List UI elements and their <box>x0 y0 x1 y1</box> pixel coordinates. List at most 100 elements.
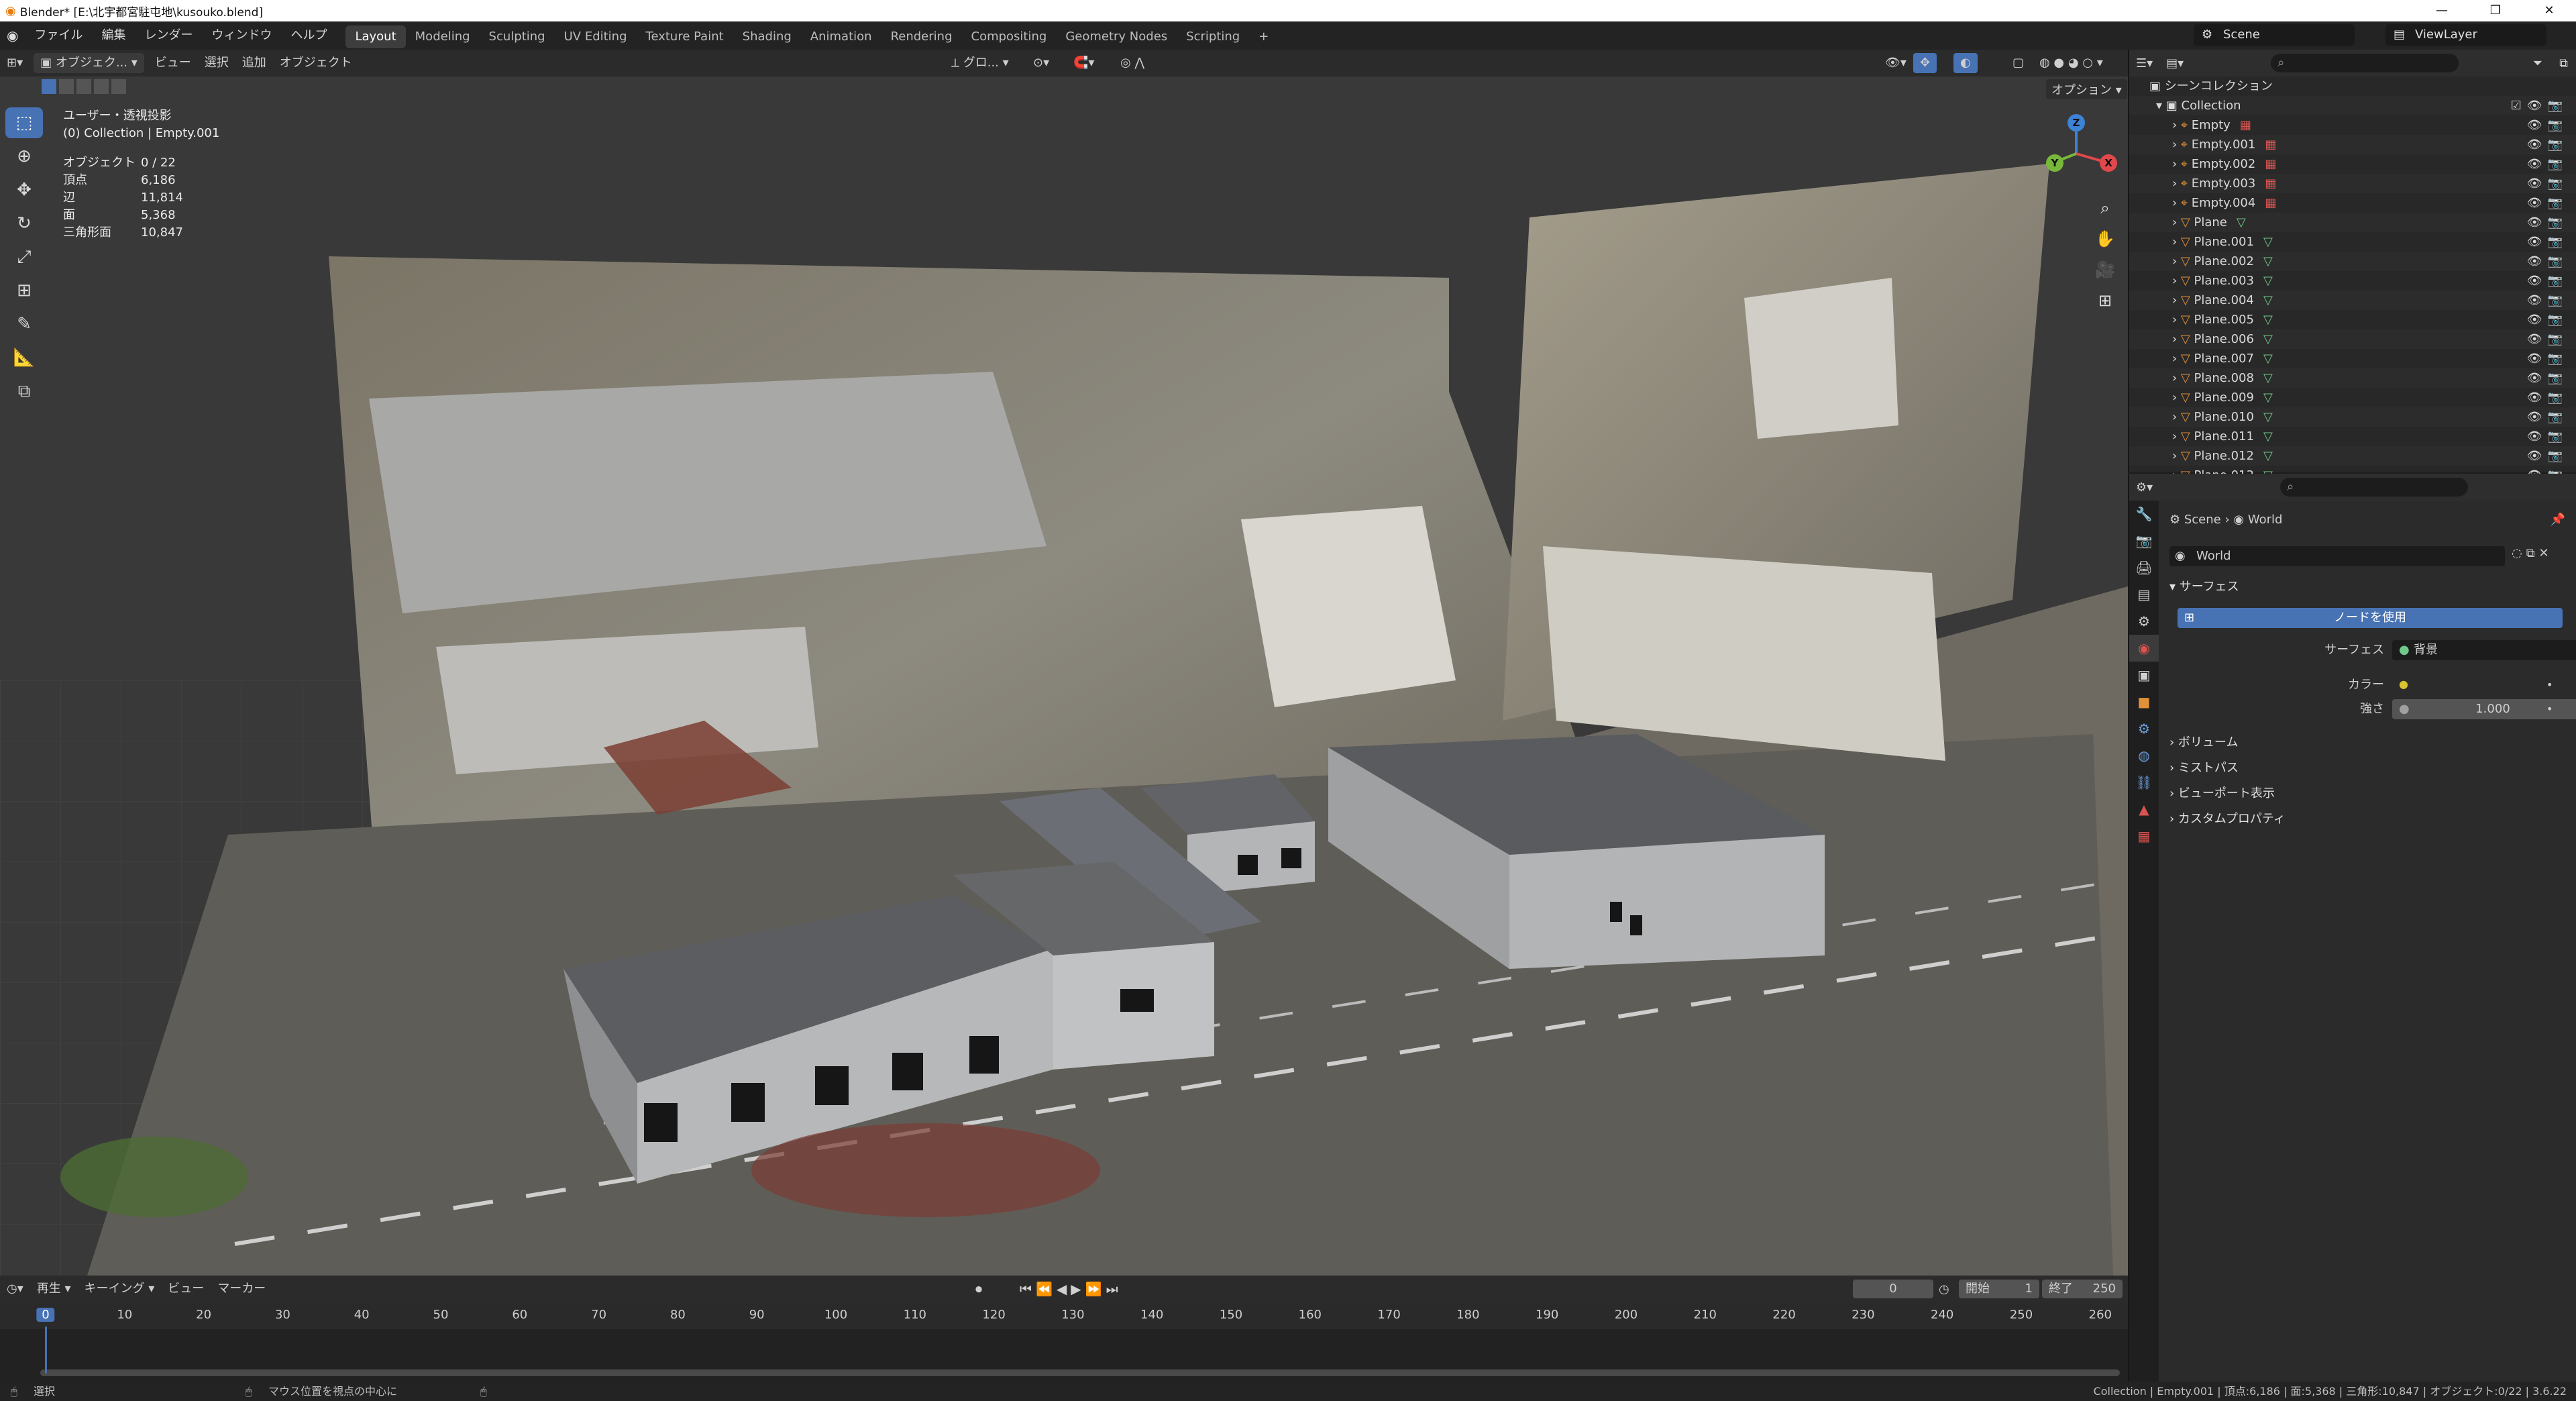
visibility-toggles[interactable]: 👁📷 <box>2527 252 2568 271</box>
mode-dropdown[interactable]: ▣ オブジェク... ▾ <box>34 53 144 73</box>
surface-section-header[interactable]: ▾ サーフェス <box>2169 576 2572 599</box>
menu-file[interactable]: ファイル <box>25 21 92 50</box>
expand-icon[interactable]: › <box>2172 176 2181 191</box>
outliner-item[interactable]: › ▽ Plane.010 ▽ 👁📷 <box>2129 407 2576 427</box>
visibility-toggles[interactable]: 👁📷 <box>2527 329 2568 349</box>
timeline-area[interactable]: 0 10 20 30 40 50 60 70 80 90 100 110 120 130 140 150 160… <box>0 1302 2128 1382</box>
visibility-toggles[interactable]: 👁📷 <box>2527 154 2568 174</box>
outliner-item[interactable]: › ▽ Plane.002 ▽ 👁📷 <box>2129 252 2576 271</box>
menu-edit[interactable]: 編集 <box>92 21 135 50</box>
menu-add[interactable]: 追加 <box>235 53 273 73</box>
visibility-toggles[interactable]: 👁📷 <box>2527 174 2568 193</box>
shading-modes-icon[interactable]: ◍ ● ◕ ○ ▾ <box>2033 53 2110 73</box>
outliner-item[interactable]: › ▽ Plane ▽ 👁📷 <box>2129 213 2576 232</box>
mesh-data-icon[interactable]: ▽ <box>2263 391 2273 405</box>
menu-marker[interactable]: マーカー <box>211 1279 272 1299</box>
outliner-item[interactable]: › ▽ Plane.004 ▽ 👁📷 <box>2129 291 2576 310</box>
visibility-toggles[interactable]: 👁📷 <box>2527 232 2568 252</box>
current-frame-field[interactable]: 0 <box>1853 1280 1933 1298</box>
expand-icon[interactable]: › <box>2172 410 2181 424</box>
options-dropdown[interactable]: オプション ▾ <box>2046 79 2127 99</box>
outliner-item[interactable]: › ▽ Plane.005 ▽ 👁📷 <box>2129 310 2576 329</box>
constraint-tab-icon[interactable]: ⛓ <box>2129 769 2159 796</box>
move-icon[interactable]: ✥ <box>5 174 43 205</box>
proportional-edit-icon[interactable]: ◎ ⋀ <box>1114 53 1151 73</box>
measure-icon[interactable]: 📐 <box>5 342 43 373</box>
outliner-editor-icon[interactable]: ☰▾ <box>2129 56 2159 70</box>
outliner-item[interactable]: › ⌖ Empty.002 ▦ 👁📷 <box>2129 154 2576 174</box>
visibility-toggles[interactable]: 👁📷 <box>2527 271 2568 291</box>
menu-object[interactable]: オブジェクト <box>273 53 359 73</box>
blender-menu-icon[interactable]: ◉ <box>0 28 25 44</box>
snap-icon[interactable]: 🧲▾ <box>1067 53 1101 73</box>
outliner-scene-collection[interactable]: ▣ シーンコレクション <box>2129 76 2576 96</box>
outliner-item[interactable]: › ▽ Plane.007 ▽ 👁📷 <box>2129 349 2576 368</box>
mesh-data-icon[interactable]: ▽ <box>2263 429 2273 444</box>
tab-modeling[interactable]: Modeling <box>406 25 480 48</box>
tab-layout[interactable]: Layout <box>345 25 406 48</box>
world-tab-icon[interactable]: ◉ <box>2129 635 2159 662</box>
expand-icon[interactable]: ▾ <box>2156 99 2166 113</box>
expand-icon[interactable]: › <box>2172 391 2181 405</box>
world-actions[interactable]: ◌⧉✕ <box>2512 546 2553 560</box>
pan-hand-icon[interactable]: ✋ <box>2092 225 2118 252</box>
menu-help[interactable]: ヘルプ <box>281 21 336 50</box>
tab-sculpting[interactable]: Sculpting <box>480 25 555 48</box>
keyframe-dot-icon[interactable]: • <box>2546 699 2553 719</box>
expand-icon[interactable]: › <box>2172 371 2181 385</box>
visibility-toggles[interactable]: 👁📷 <box>2527 446 2568 466</box>
outliner-item[interactable]: › ▽ Plane.011 ▽ 👁📷 <box>2129 427 2576 446</box>
outliner-item[interactable]: › ⌖ Empty.001 ▦ 👁📷 <box>2129 135 2576 154</box>
cursor-icon[interactable]: ⊕ <box>5 141 43 172</box>
overlay-toggle-icon[interactable]: ◐ <box>1953 53 1978 73</box>
expand-icon[interactable]: › <box>2172 254 2181 268</box>
visibility-toggles[interactable]: 👁📷 <box>2527 407 2568 427</box>
expand-icon[interactable]: › <box>2172 157 2181 171</box>
annotate-icon[interactable]: ✎ <box>5 309 43 340</box>
navigation-gizmo[interactable]: Z X Y <box>2033 110 2120 197</box>
expand-icon[interactable]: › <box>2172 332 2181 346</box>
visibility-toggles[interactable]: ☑👁📷 <box>2511 96 2568 115</box>
surface-field[interactable]: ● 背景 <box>2392 640 2576 660</box>
expand-icon[interactable]: › <box>2172 196 2181 210</box>
menu-timeline-view[interactable]: ビュー <box>161 1279 211 1299</box>
outliner-item[interactable]: › ▽ Plane.006 ▽ 👁📷 <box>2129 329 2576 349</box>
expand-icon[interactable]: › <box>2172 138 2181 152</box>
mist-pass-section-header[interactable]: › ミストパス <box>2169 757 2572 780</box>
output-tab-icon[interactable]: 🖨 <box>2129 554 2159 581</box>
viewport-display-section-header[interactable]: › ビューポート表示 <box>2169 782 2572 805</box>
tab-uv-editing[interactable]: UV Editing <box>555 25 637 48</box>
use-nodes-button[interactable]: ⊞ ノードを使用 <box>2178 608 2563 628</box>
visibility-toggles[interactable]: 👁📷 <box>2527 193 2568 213</box>
visibility-toggles[interactable]: 👁📷 <box>2527 368 2568 388</box>
mesh-data-icon[interactable]: ▽ <box>2263 235 2273 249</box>
outliner-item[interactable]: › ⌖ Empty.003 ▦ 👁📷 <box>2129 174 2576 193</box>
expand-icon[interactable]: › <box>2172 352 2181 366</box>
data-tab-icon[interactable]: ▲ <box>2129 796 2159 823</box>
properties-editor-icon[interactable]: ⚙▾ <box>2129 480 2159 495</box>
select-intersect-icon[interactable] <box>111 79 126 94</box>
xray-icon[interactable]: ▢ <box>2006 53 2031 73</box>
mesh-data-icon[interactable]: ▽ <box>2263 449 2273 463</box>
tab-compositing[interactable]: Compositing <box>962 25 1057 48</box>
add-workspace-button[interactable]: + <box>1249 25 1278 48</box>
add-cube-icon[interactable]: ⧉ <box>5 376 43 407</box>
menu-view[interactable]: ビュー <box>148 53 198 73</box>
visibility-toggles[interactable]: 👁📷 <box>2527 388 2568 407</box>
clock-icon[interactable]: ◷ <box>1939 1282 1949 1296</box>
view-layer-selector[interactable]: ▤ ViewLayer <box>2385 24 2546 46</box>
tab-texture-paint[interactable]: Texture Paint <box>637 25 733 48</box>
expand-icon[interactable]: › <box>2172 215 2181 229</box>
visibility-toggles[interactable]: 👁📷 <box>2527 135 2568 154</box>
mesh-data-icon[interactable]: ▽ <box>2263 293 2273 307</box>
timeline-editor-icon[interactable]: ◷▾ <box>0 1279 30 1299</box>
tab-animation[interactable]: Animation <box>801 25 881 48</box>
texture-tab-icon[interactable]: ▦ <box>2129 823 2159 849</box>
view-layer-tab-icon[interactable]: ▤ <box>2129 581 2159 608</box>
image-empty-data-icon[interactable]: ▦ <box>2265 196 2276 210</box>
gizmo-z-axis[interactable]: Z <box>2068 114 2085 132</box>
outliner-search[interactable]: ⌕ <box>2271 54 2459 72</box>
pivot-icon[interactable]: ⊙▾ <box>1026 53 1056 73</box>
expand-icon[interactable]: › <box>2172 313 2181 327</box>
expand-icon[interactable]: › <box>2172 118 2181 132</box>
